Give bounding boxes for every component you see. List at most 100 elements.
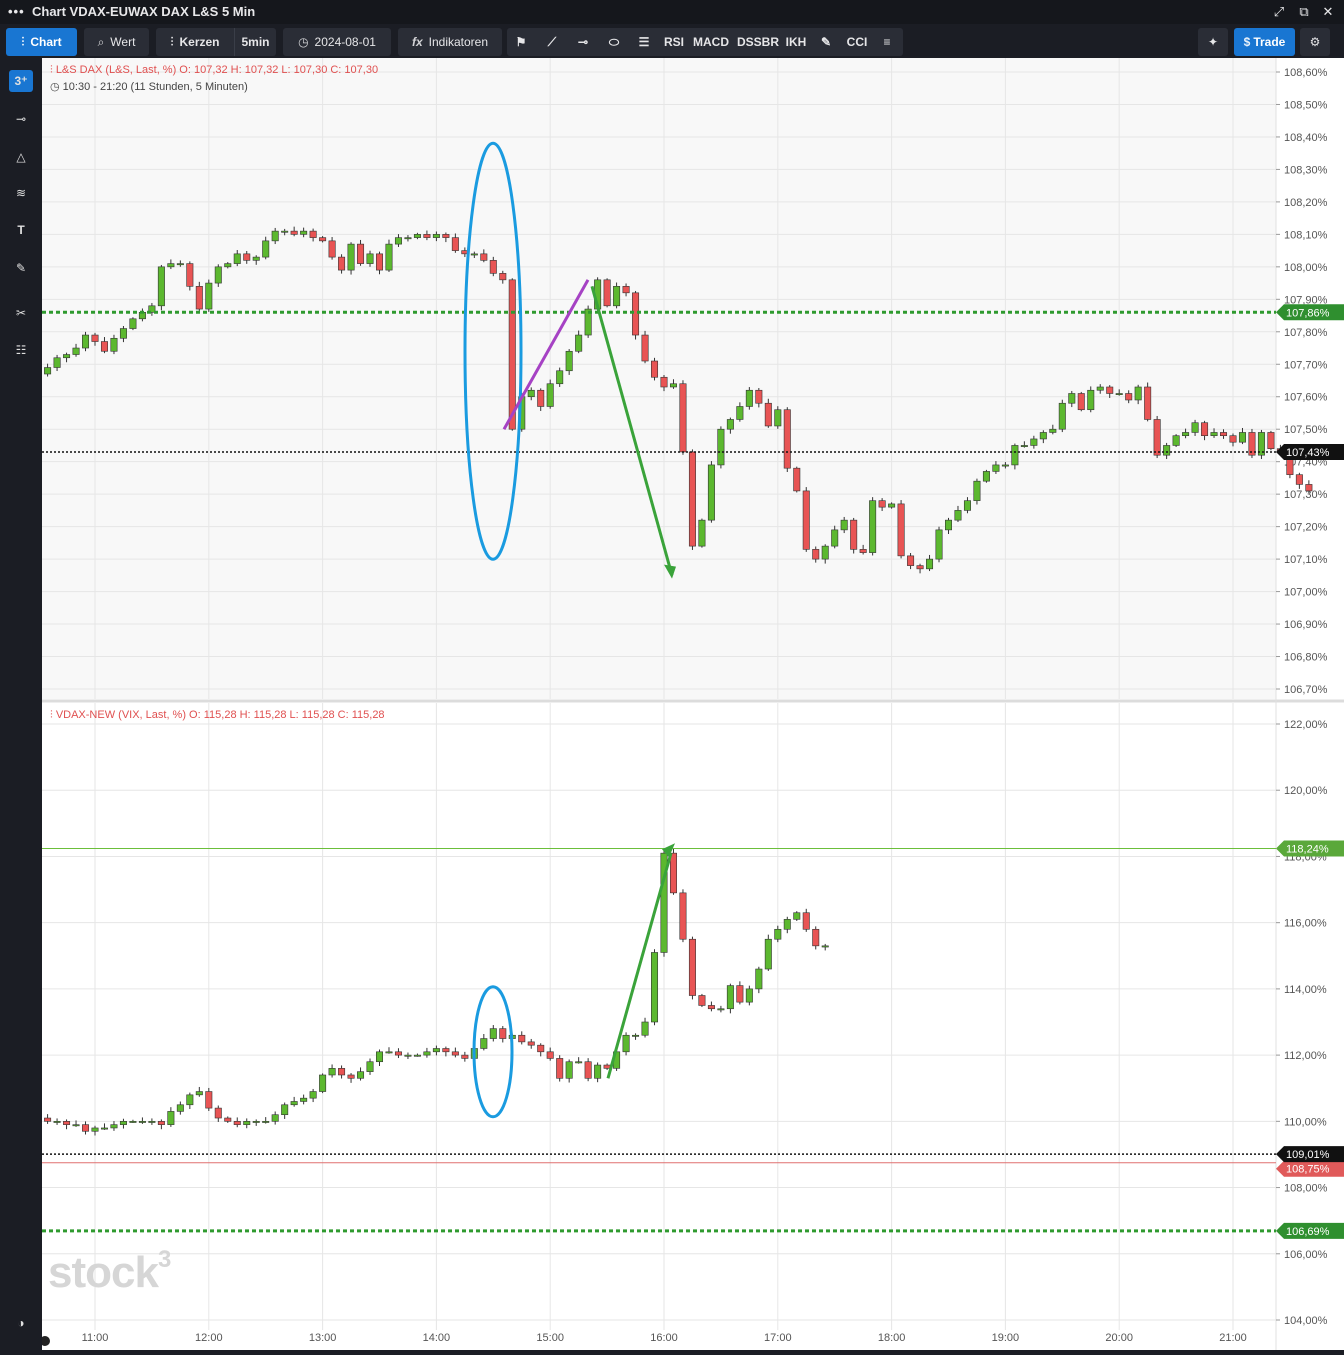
dax-candle [1229, 435, 1237, 443]
dax-candle [745, 389, 753, 407]
trade-button[interactable]: $ Trade [1234, 28, 1295, 56]
popout-icon[interactable]: ⧉ [1295, 3, 1313, 21]
pane2-background [42, 703, 1276, 1330]
vdax-candle [167, 1111, 175, 1125]
indicators-button[interactable]: fx Indikatoren [398, 28, 502, 56]
fib-tool-icon[interactable]: ≋ [9, 182, 33, 204]
chart-type-group: ⫶ Kerzen 5min [156, 28, 276, 56]
triangle-tool-icon[interactable]: △ [9, 146, 33, 168]
pane1-support-marker-label: 107,86% [1286, 307, 1330, 319]
pane2-resistance-marker-label: 118,24% [1286, 843, 1329, 855]
dax-candle [736, 406, 744, 420]
price-tick-label: 108,00% [1284, 1183, 1328, 1195]
text-tool-icon[interactable]: T [9, 219, 33, 241]
vdax-candle [707, 1005, 715, 1010]
dax-candle [907, 555, 915, 566]
time-tick-label: 12:00 [195, 1332, 223, 1344]
wert-button[interactable]: ⌕ Wert [84, 28, 149, 56]
dax-candle [641, 334, 649, 362]
dax-candle [499, 273, 507, 281]
vdax-candle [100, 1127, 108, 1130]
vdax-candle [138, 1121, 146, 1123]
dax-candle [167, 263, 175, 268]
dax-candle [470, 253, 478, 256]
vdax-candle [252, 1121, 260, 1123]
vdax-candle [110, 1124, 118, 1129]
dax-candle [613, 286, 621, 307]
date-button[interactable]: ◷ 2024-08-01 [283, 28, 391, 56]
bookmark-icon[interactable]: ⚑ [507, 28, 535, 56]
interval-button[interactable]: 5min [234, 28, 276, 56]
vdax-candle [518, 1034, 526, 1043]
vdax-candle [72, 1124, 80, 1127]
macd-button[interactable]: MACD [691, 28, 731, 56]
vdax-candle [281, 1104, 289, 1116]
vdax-candle [556, 1058, 564, 1079]
pen-tool-icon[interactable]: ✎ [9, 257, 33, 279]
trendline-icon[interactable]: ⟋ [537, 28, 567, 56]
dax-candle [1295, 474, 1303, 485]
dax-candle [954, 510, 962, 521]
vdax-candle [489, 1028, 497, 1039]
vdax-candle [461, 1054, 469, 1059]
clock-icon: ◷ [50, 81, 63, 93]
vdax-candle [82, 1124, 90, 1132]
vdax-candle [442, 1048, 450, 1053]
dax-candle [214, 266, 222, 284]
dax-candle [575, 334, 583, 352]
dax-candle [565, 350, 573, 372]
maximize-icon[interactable]: ⤢ [1270, 3, 1288, 21]
settings-icon[interactable]: ⚙ [1300, 28, 1330, 56]
chart-button[interactable]: ⫶ Chart [6, 28, 77, 56]
chart-window: ••• Chart VDAX-EUWAX DAX L&S 5 Min ⤢ ⧉ ✕… [0, 0, 1344, 1355]
time-tick-label: 19:00 [992, 1332, 1020, 1344]
dax-candle [859, 549, 867, 553]
horizontal-line-icon[interactable]: ⊸ [567, 28, 599, 56]
cci-button[interactable]: CCI [843, 28, 871, 56]
price-tick-label: 107,70% [1284, 359, 1328, 371]
dax-candle [688, 451, 696, 547]
sparkle-icon[interactable]: ✦ [1198, 28, 1228, 56]
stock3-logo-icon[interactable]: 3⁺ [9, 70, 33, 92]
price-tick-label: 116,00% [1284, 918, 1327, 930]
ikh-button[interactable]: IKH [783, 28, 809, 56]
watermark-logo: stock3 [48, 1246, 171, 1297]
price-tick-label: 110,00% [1284, 1116, 1327, 1128]
dax-candle [224, 263, 232, 268]
window-title: Chart VDAX-EUWAX DAX L&S 5 Min [32, 4, 256, 19]
dax-candle [366, 253, 374, 264]
vdax-candle [679, 892, 687, 940]
dax-candle [157, 266, 165, 307]
dax-candle [205, 282, 213, 310]
close-icon[interactable]: ✕ [1319, 3, 1337, 21]
chart-area[interactable]: 11:00 12:00 13:00 14:00 15:00 16:00 17:00 18:00… [42, 58, 1344, 1350]
layers-icon[interactable]: ☷ [9, 339, 33, 361]
dax-candle [982, 471, 990, 482]
theme-toggle-icon[interactable]: ◑ [9, 1312, 33, 1334]
dax-candle [1030, 438, 1038, 446]
line-tool-icon[interactable]: ⊸ [9, 108, 33, 130]
fib-icon[interactable]: ☰ [629, 28, 659, 56]
dax-candle [1125, 393, 1133, 401]
dax-candle [1077, 393, 1085, 411]
vdax-candle [63, 1121, 71, 1125]
watermark-text: stock [48, 1248, 159, 1297]
list-icon[interactable]: ≡ [873, 28, 901, 56]
dax-candle [888, 503, 896, 508]
dssbr-button[interactable]: DSSBR [735, 28, 781, 56]
wert-label: Wert [110, 35, 136, 49]
pencil-icon[interactable]: ✎ [813, 28, 839, 56]
ellipse-icon[interactable]: ⬭ [599, 28, 629, 56]
dax-candle [233, 253, 241, 264]
vdax-candle [53, 1121, 61, 1123]
dax-candle [328, 240, 336, 258]
dax-candle [309, 230, 317, 238]
kerzen-button[interactable]: ⫶ Kerzen [156, 28, 234, 56]
vdax-candle [375, 1051, 383, 1063]
rsi-button[interactable]: RSI [661, 28, 687, 56]
tools-icon[interactable]: ✂ [9, 302, 33, 324]
pane1-legend: ⫶ L&S DAX (L&S, Last, %) O: 107,32 H: 10… [50, 64, 378, 77]
dax-candle [831, 529, 839, 547]
chart-svg[interactable]: 11:00 12:00 13:00 14:00 15:00 16:00 17:00 18:00… [42, 58, 1344, 1350]
window-menu-icon[interactable]: ••• [8, 4, 25, 19]
